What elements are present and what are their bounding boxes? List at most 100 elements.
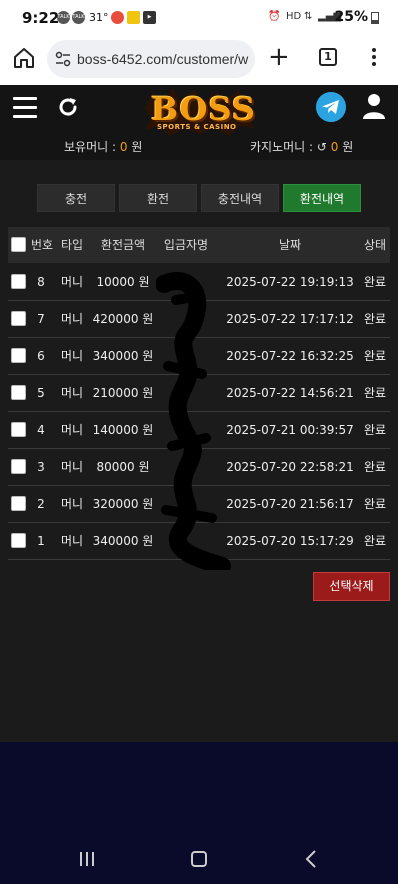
- status-temperature: 31°: [89, 11, 109, 24]
- row-checkbox[interactable]: [11, 459, 26, 474]
- home-icon[interactable]: [12, 46, 36, 70]
- row-checkbox[interactable]: [11, 496, 26, 511]
- row-status: 완료: [363, 386, 387, 400]
- currency-label: 원: [131, 140, 143, 154]
- telegram-icon[interactable]: [316, 92, 346, 122]
- row-date: 2025-07-22 17:17:12: [226, 312, 354, 326]
- row-no: 6: [37, 349, 45, 363]
- user-profile-icon[interactable]: [362, 93, 386, 119]
- row-checkbox[interactable]: [11, 311, 26, 326]
- new-tab-icon[interactable]: +: [268, 42, 290, 72]
- status-bar: 9:22 TALK TALK 31° ▶ ⏰ HD ⇅ ▂▄▆ 25%: [0, 0, 398, 36]
- hamburger-menu-icon[interactable]: [13, 97, 37, 119]
- site-header: BOSS SPORTS & CASINO 보유머니 : 0 원 카지노머니 : …: [0, 85, 398, 160]
- row-checkbox[interactable]: [11, 385, 26, 400]
- row-checkbox[interactable]: [11, 274, 26, 289]
- row-amount: 140000 원: [92, 423, 154, 437]
- row-amount: 210000 원: [92, 386, 154, 400]
- row-status: 완료: [363, 497, 387, 511]
- row-type: 머니: [60, 497, 84, 511]
- header-status: 상태: [363, 238, 387, 252]
- row-no: 2: [37, 497, 45, 511]
- row-date: 2025-07-20 21:56:17: [226, 497, 354, 511]
- row-type: 머니: [60, 386, 84, 400]
- header-depositor: 입금자명: [163, 238, 209, 252]
- casino-money-value: 0: [330, 140, 339, 154]
- withdraw-history-panel: 충전 환전 충전내역 환전내역 번호 타입 환전금액 입금자명 날짜 상태 8 …: [0, 160, 398, 742]
- row-type: 머니: [60, 460, 84, 474]
- redaction-scribble: [156, 272, 231, 570]
- currency-label: 원: [342, 140, 354, 154]
- app-notification-icon: [111, 11, 124, 24]
- browser-toolbar: boss-6452.com/customer/with + 1: [0, 36, 398, 85]
- row-no: 7: [37, 312, 45, 326]
- row-amount: 340000 원: [92, 349, 154, 363]
- casino-money-label: 카지노머니 :: [250, 140, 314, 154]
- row-date: 2025-07-22 14:56:21: [226, 386, 354, 400]
- table-header: 번호 타입 환전금액 입금자명 날짜 상태: [8, 227, 390, 263]
- row-date: 2025-07-20 15:17:29: [226, 534, 354, 548]
- money-summary: 보유머니 : 0 원 카지노머니 : ↺ 0 원: [0, 136, 398, 156]
- battery-percent: 25%: [334, 9, 368, 25]
- tab-withdraw[interactable]: 환전: [119, 184, 197, 212]
- row-amount: 320000 원: [92, 497, 154, 511]
- hd-icon: HD: [286, 11, 302, 22]
- tab-deposit-history[interactable]: 충전내역: [201, 184, 279, 212]
- row-type: 머니: [60, 423, 84, 437]
- tab-deposit[interactable]: 충전: [37, 184, 115, 212]
- tab-withdraw-history[interactable]: 환전내역: [283, 184, 361, 212]
- row-amount: 10000 원: [96, 275, 150, 289]
- logo-subtitle: SPORTS & CASINO: [157, 123, 237, 131]
- row-checkbox[interactable]: [11, 533, 26, 548]
- back-icon[interactable]: [304, 850, 318, 868]
- casino-money: 카지노머니 : ↺ 0 원: [250, 138, 353, 155]
- address-bar[interactable]: boss-6452.com/customer/with: [47, 40, 255, 78]
- header-type: 타입: [60, 238, 84, 252]
- tab-switcher-button[interactable]: 1: [319, 48, 337, 66]
- row-date: 2025-07-21 00:39:57: [226, 423, 354, 437]
- casino-refresh-icon[interactable]: ↺: [317, 140, 327, 154]
- row-status: 완료: [363, 423, 387, 437]
- row-type: 머니: [60, 312, 84, 326]
- url-text: boss-6452.com/customer/with: [77, 51, 249, 67]
- status-time: 9:22: [22, 9, 60, 27]
- alarm-icon: ⏰: [268, 11, 281, 22]
- row-type: 머니: [60, 534, 84, 548]
- row-checkbox[interactable]: [11, 422, 26, 437]
- delete-selected-button[interactable]: 선택삭제: [313, 572, 390, 601]
- app-notification-icon: [127, 11, 140, 24]
- site-logo[interactable]: BOSS SPORTS & CASINO: [145, 88, 255, 138]
- android-navigation-bar: [0, 820, 398, 884]
- home-button-icon[interactable]: [191, 851, 207, 867]
- row-checkbox[interactable]: [11, 348, 26, 363]
- talk-notification-icon: TALK: [72, 11, 85, 24]
- talk-notification-icon: TALK: [57, 11, 70, 24]
- youtube-notification-icon: ▶: [143, 11, 156, 24]
- holding-money-value: 0: [119, 140, 128, 154]
- row-status: 완료: [363, 349, 387, 363]
- browser-menu-icon[interactable]: [370, 46, 378, 70]
- row-date: 2025-07-22 16:32:25: [226, 349, 354, 363]
- site-settings-icon[interactable]: [55, 51, 71, 67]
- row-date: 2025-07-20 22:58:21: [226, 460, 354, 474]
- header-amount: 환전금액: [100, 238, 146, 252]
- row-status: 완료: [363, 534, 387, 548]
- refresh-icon[interactable]: [56, 95, 80, 119]
- row-status: 완료: [363, 275, 387, 289]
- row-amount: 420000 원: [92, 312, 154, 326]
- row-no: 1: [37, 534, 45, 548]
- row-no: 8: [37, 275, 45, 289]
- row-amount: 80000 원: [96, 460, 150, 474]
- row-type: 머니: [60, 275, 84, 289]
- row-no: 4: [37, 423, 45, 437]
- battery-icon: [371, 12, 379, 24]
- header-no: 번호: [31, 238, 54, 252]
- select-all-checkbox[interactable]: [11, 237, 26, 252]
- row-type: 머니: [60, 349, 84, 363]
- row-no: 3: [37, 460, 45, 474]
- row-date: 2025-07-22 19:19:13: [226, 275, 354, 289]
- holding-money: 보유머니 : 0 원: [64, 138, 142, 155]
- holding-money-label: 보유머니 :: [64, 140, 117, 154]
- row-no: 5: [37, 386, 45, 400]
- recent-apps-icon[interactable]: [80, 852, 96, 866]
